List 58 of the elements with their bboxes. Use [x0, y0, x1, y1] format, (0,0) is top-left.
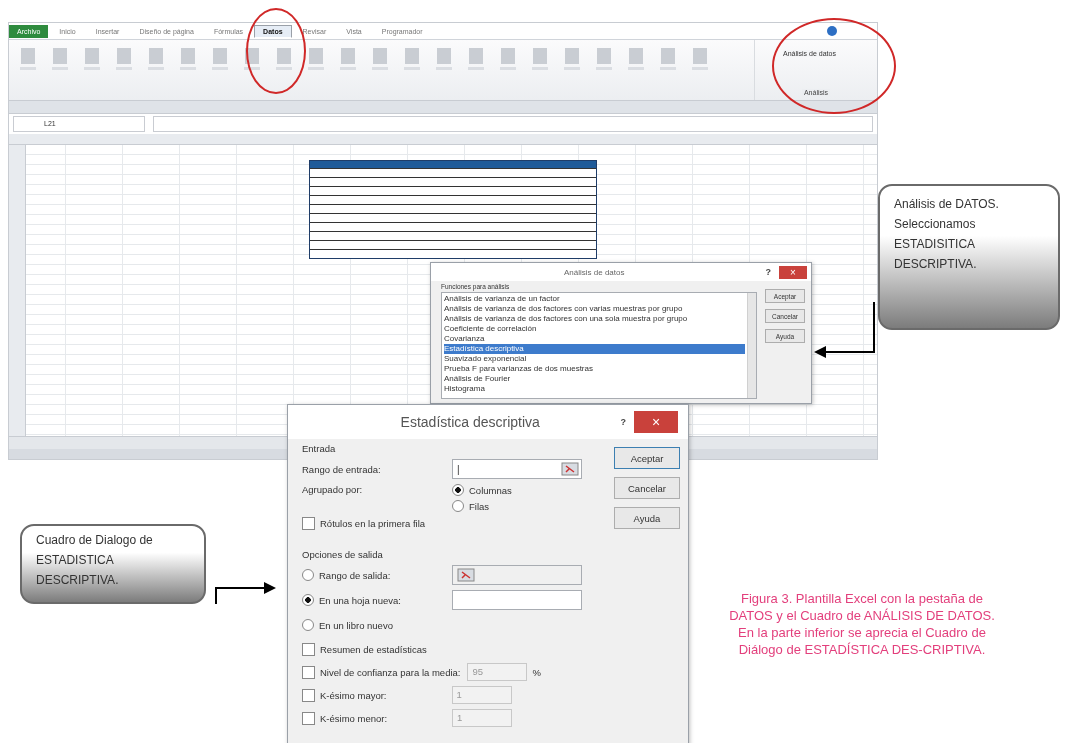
function-list[interactable] [441, 292, 757, 399]
list-item[interactable]: Coeficiente de correlación [444, 324, 745, 334]
sheet-name-field[interactable] [452, 590, 582, 610]
option-label: En un libro nuevo [319, 619, 393, 631]
option-label: En una hoja nueva: [319, 594, 401, 606]
range-picker-icon[interactable] [561, 462, 579, 476]
radio-button[interactable] [302, 594, 314, 606]
output-range-field[interactable] [452, 565, 582, 585]
option-label: Columnas [469, 484, 512, 496]
list-item[interactable]: Análisis de varianza de dos factores con una sola muestra por grupo [444, 314, 745, 324]
list-item[interactable]: Prueba F para varianzas de dos muestras [444, 364, 745, 374]
option-label: Filas [469, 500, 490, 512]
arrow [812, 300, 878, 360]
figure-caption: Figura 3. Plantilla Excel con la pestaña de DATOS y el Cuadro de ANÁLISIS DE DATOS. En la parte inferior se aprecia el Cuadro de Diálogo de ESTADÍSTICA DES-CRIPTIVA. [728, 590, 996, 658]
radio-button[interactable] [302, 569, 314, 581]
dialog-button[interactable]: Cancelar [614, 477, 680, 499]
checkbox[interactable] [302, 517, 315, 530]
list-item[interactable]: Histograma [444, 384, 745, 394]
close-button[interactable]: × [634, 411, 678, 433]
dialog-button[interactable]: Aceptar [614, 447, 680, 469]
dialog-button[interactable]: Ayuda [614, 507, 680, 529]
checkbox[interactable] [302, 642, 315, 656]
section-label: Opciones de salida [302, 549, 384, 560]
checkbox[interactable] [302, 665, 315, 679]
callout-text: Cuadro de Dialogo de ESTADISTICA DESCRIPTIVA. [20, 524, 206, 604]
formula-field[interactable] [153, 116, 873, 132]
list-item[interactable]: Análisis de varianza de un factor [444, 294, 745, 304]
radio-button[interactable] [452, 500, 464, 512]
checkbox[interactable] [302, 711, 315, 725]
option-label: K-ésimo menor: [320, 712, 388, 724]
option-label: Nivel de confianza para la media: [320, 666, 461, 678]
radio-button[interactable] [302, 619, 314, 631]
close-button[interactable]: × [779, 265, 807, 279]
help-icon[interactable] [827, 26, 837, 36]
scrollbar[interactable] [747, 293, 756, 398]
list-item[interactable]: Análisis de varianza de dos factores con varias muestras por grupo [444, 304, 745, 314]
dialog-title: Análisis de datos [563, 267, 626, 277]
dialog-title: Estadística descriptiva [399, 414, 541, 430]
list-item[interactable]: Estadística descriptiva [444, 344, 745, 354]
help-button[interactable]: ? [757, 267, 779, 277]
callout-text: Análisis de DATOS. Seleccionamos ESTADISITICA DESCRIPTIVA. [878, 184, 1060, 330]
section-label: Entrada [302, 443, 337, 454]
option-label: Rótulos en la primera fila [320, 518, 426, 529]
radio-button[interactable] [452, 484, 464, 496]
list-item[interactable]: Covarianza [444, 334, 745, 344]
checkbox[interactable] [302, 688, 315, 702]
help-button[interactable]: ? [612, 417, 634, 427]
field-label: Agrupado por: [302, 484, 364, 495]
list-item[interactable]: Análisis de Fourier [444, 374, 745, 384]
list-item[interactable]: Suavizado exponencial [444, 354, 745, 364]
option-label: Rango de salida: [319, 569, 391, 581]
input-range-field[interactable]: | [452, 459, 582, 479]
arrow [212, 580, 278, 606]
option-label: K-ésimo mayor: [320, 689, 387, 701]
unit-label: % [532, 666, 541, 678]
range-picker-icon[interactable] [457, 568, 475, 582]
option-label: Resumen de estadísticas [320, 643, 427, 655]
field-label: Rango de entrada: [302, 463, 382, 475]
